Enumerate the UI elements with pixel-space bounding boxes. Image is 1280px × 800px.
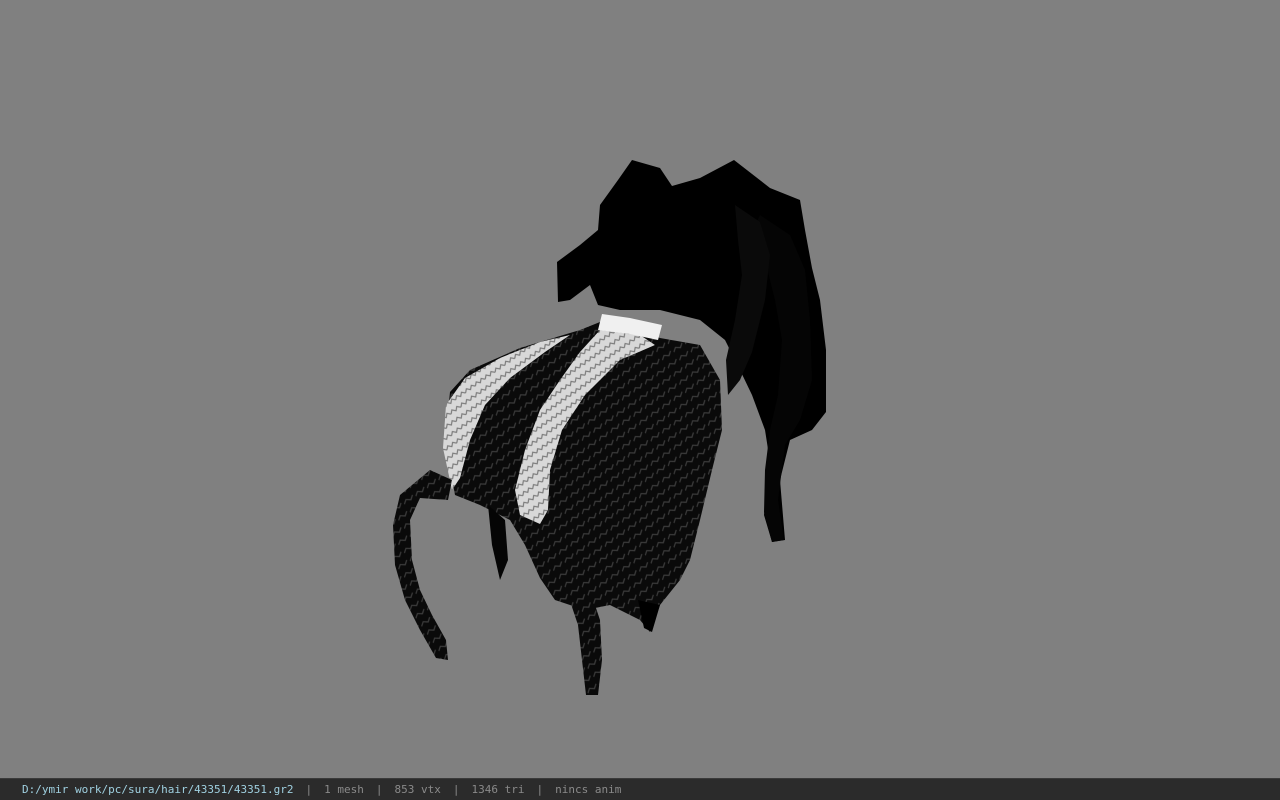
- file-path: D:/ymir work/pc/sura/hair/43351/43351.gr…: [22, 783, 294, 796]
- hair-strand-left: [393, 470, 452, 660]
- status-bar: D:/ymir work/pc/sura/hair/43351/43351.gr…: [0, 778, 1280, 800]
- separator: |: [536, 783, 544, 796]
- vertex-count: 853 vtx: [394, 783, 441, 796]
- hair-model-render: [393, 160, 826, 695]
- mesh-count: 1 mesh: [324, 783, 364, 796]
- 3d-viewport[interactable]: [0, 0, 1280, 778]
- separator: |: [375, 783, 383, 796]
- separator: |: [305, 783, 313, 796]
- separator: |: [452, 783, 460, 796]
- triangle-count: 1346 tri: [471, 783, 525, 796]
- animation-status: nincs anim: [555, 783, 622, 796]
